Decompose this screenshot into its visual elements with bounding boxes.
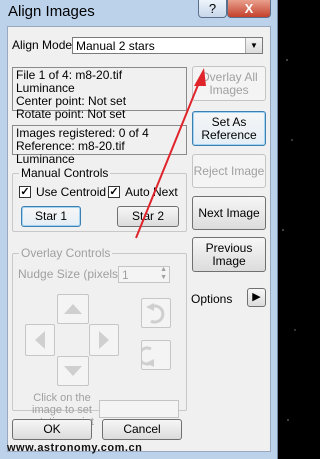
watermark-text: www.astronomy.com.cn <box>7 442 143 454</box>
annotation-arrow <box>135 68 206 239</box>
